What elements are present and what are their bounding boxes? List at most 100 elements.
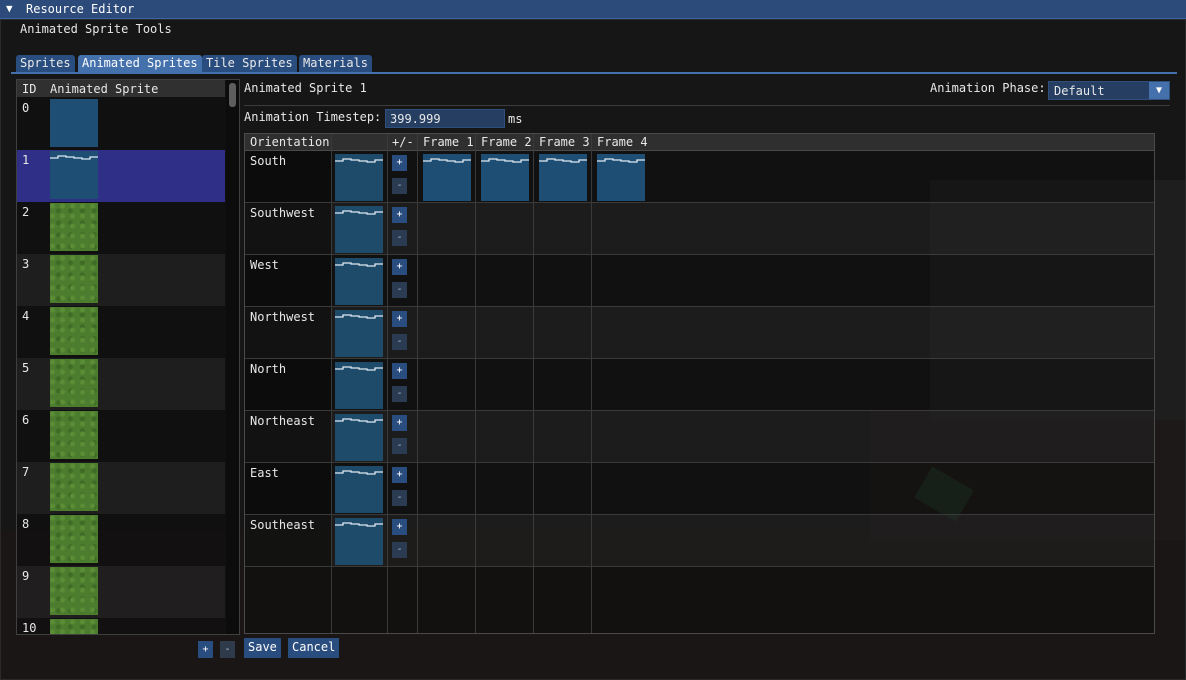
water-sprite-thumbnail xyxy=(50,99,98,147)
save-button[interactable]: Save xyxy=(244,638,281,658)
list-item[interactable]: 3 xyxy=(17,254,225,306)
orientation-preview xyxy=(335,362,383,409)
orientation-label: Northwest xyxy=(250,310,316,324)
cancel-button[interactable]: Cancel xyxy=(288,638,340,658)
sprite-list-scrollbar[interactable] xyxy=(226,80,239,634)
list-item[interactable]: 10 xyxy=(17,618,225,634)
animation-timestep-label: Animation Timestep: xyxy=(244,110,382,124)
list-item-id: 8 xyxy=(22,517,30,531)
grass-sprite-thumbnail xyxy=(50,463,98,511)
grass-sprite-thumbnail xyxy=(50,255,98,303)
add-frame-button[interactable]: + xyxy=(392,259,407,275)
grass-sprite-thumbnail xyxy=(50,411,98,459)
timestep-unit: ms xyxy=(508,112,523,126)
remove-frame-button[interactable]: - xyxy=(392,438,407,454)
remove-frame-button[interactable]: - xyxy=(392,282,407,298)
animation-phase-label: Animation Phase: xyxy=(930,81,1046,95)
orientation-label: West xyxy=(250,258,279,272)
tab-tile-sprites[interactable]: Tile Sprites xyxy=(202,55,297,72)
table-row: Northwest + - xyxy=(245,307,1154,359)
table-row: North + - xyxy=(245,359,1154,411)
add-frame-button[interactable]: + xyxy=(392,519,407,535)
add-frame-button[interactable]: + xyxy=(392,415,407,431)
separator xyxy=(244,105,1170,106)
window-title: Resource Editor xyxy=(26,2,135,16)
tab-sprites[interactable]: Sprites xyxy=(16,55,75,72)
remove-frame-button[interactable]: - xyxy=(392,542,407,558)
animation-timestep-input[interactable]: 399.999 xyxy=(385,109,505,128)
orientation-label: Southwest xyxy=(250,206,316,220)
orientation-preview xyxy=(335,206,383,253)
grass-sprite-thumbnail xyxy=(50,515,98,563)
column-divider xyxy=(591,134,592,633)
tab-underline xyxy=(11,72,1177,74)
section-label: Animated Sprite Tools xyxy=(20,22,172,36)
orientation-preview xyxy=(335,466,383,513)
list-item-id: 4 xyxy=(22,309,30,323)
list-item-id: 3 xyxy=(22,257,30,271)
list-item[interactable]: 2 xyxy=(17,202,225,254)
remove-frame-button[interactable]: - xyxy=(392,230,407,246)
table-row: Southwest + - xyxy=(245,203,1154,255)
list-item[interactable]: 9 xyxy=(17,566,225,618)
column-header-id: ID xyxy=(22,82,37,96)
column-header-orientation: Orientation xyxy=(250,135,330,149)
list-item[interactable]: 8 xyxy=(17,514,225,566)
orientation-label: South xyxy=(250,154,287,168)
sprite-list-header: ID Animated Sprite xyxy=(17,80,225,97)
add-frame-button[interactable]: + xyxy=(392,467,407,483)
grass-sprite-thumbnail xyxy=(50,203,98,251)
window-titlebar[interactable]: ▼ Resource Editor xyxy=(0,0,1186,19)
add-frame-button[interactable]: + xyxy=(392,363,407,379)
dropdown-arrow-icon[interactable]: ▼ xyxy=(1149,82,1169,99)
collapse-arrow-icon[interactable]: ▼ xyxy=(6,2,13,15)
list-item[interactable]: 0 xyxy=(17,98,225,150)
column-header-plus-minus: +/- xyxy=(392,135,414,149)
table-row: South + - xyxy=(245,151,1154,203)
list-item-id: 1 xyxy=(22,153,30,167)
tab-animated-sprites[interactable]: Animated Sprites xyxy=(78,55,202,72)
scrollbar-thumb[interactable] xyxy=(229,83,236,107)
orientation-label: Southeast xyxy=(250,518,316,532)
table-row: West + - xyxy=(245,255,1154,307)
column-header-frame-1: Frame 1 xyxy=(423,135,474,149)
column-divider xyxy=(475,134,476,633)
table-header: Orientation +/- Frame 1 Frame 2 Frame 3 … xyxy=(245,134,1154,151)
grass-sprite-thumbnail xyxy=(50,307,98,355)
frame-thumbnail[interactable] xyxy=(423,154,471,201)
orientation-label: North xyxy=(250,362,287,376)
table-row: Southeast + - xyxy=(245,515,1154,567)
orientation-preview xyxy=(335,154,383,201)
add-frame-button[interactable]: + xyxy=(392,207,407,223)
list-item[interactable]: 7 xyxy=(17,462,225,514)
remove-sprite-button[interactable]: - xyxy=(220,641,235,658)
list-item[interactable]: 5 xyxy=(17,358,225,410)
orientation-frame-table: Orientation +/- Frame 1 Frame 2 Frame 3 … xyxy=(244,133,1155,634)
add-frame-button[interactable]: + xyxy=(392,311,407,327)
remove-frame-button[interactable]: - xyxy=(392,334,407,350)
orientation-preview xyxy=(335,258,383,305)
animation-phase-value: Default xyxy=(1054,84,1105,98)
list-item[interactable]: 4 xyxy=(17,306,225,358)
grass-sprite-thumbnail xyxy=(50,619,98,634)
remove-frame-button[interactable]: - xyxy=(392,386,407,402)
remove-frame-button[interactable]: - xyxy=(392,178,407,194)
orientation-preview xyxy=(335,310,383,357)
column-header-frame-2: Frame 2 xyxy=(481,135,532,149)
orientation-label: Northeast xyxy=(250,414,316,428)
water-sprite-thumbnail xyxy=(50,151,98,199)
add-frame-button[interactable]: + xyxy=(392,155,407,171)
list-item-id: 9 xyxy=(22,569,30,583)
table-row: East + - xyxy=(245,463,1154,515)
animation-phase-select[interactable]: Default ▼ xyxy=(1048,81,1170,100)
frame-thumbnail[interactable] xyxy=(597,154,645,201)
orientation-label: East xyxy=(250,466,279,480)
list-item[interactable]: 6 xyxy=(17,410,225,462)
frame-thumbnail[interactable] xyxy=(481,154,529,201)
add-sprite-button[interactable]: + xyxy=(198,641,213,658)
list-item[interactable]: 1 xyxy=(17,150,225,202)
remove-frame-button[interactable]: - xyxy=(392,490,407,506)
tab-materials[interactable]: Materials xyxy=(299,55,373,72)
frame-thumbnail[interactable] xyxy=(539,154,587,201)
column-header-animated-sprite: Animated Sprite xyxy=(50,82,159,96)
